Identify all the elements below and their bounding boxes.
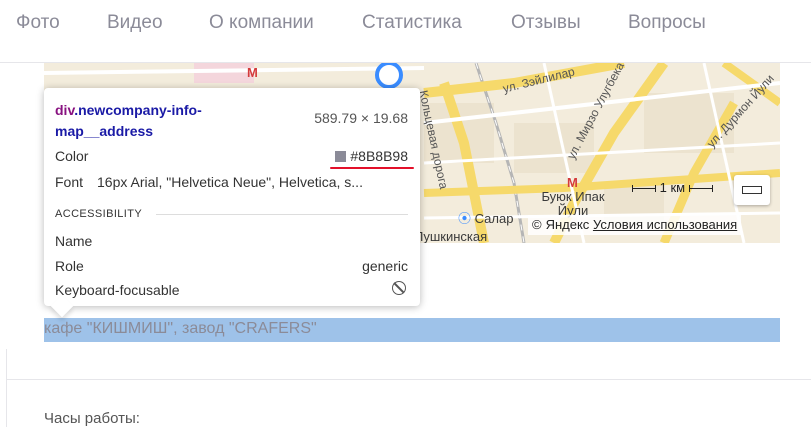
color-label: Color <box>55 148 89 164</box>
company-address: кафе "КИШМИШ", завод "CRAFERS" <box>44 320 317 337</box>
tooltip-arrow <box>50 294 74 318</box>
map-label-buyuk-ipak: Буюк Ипак Йули <box>541 189 605 218</box>
tab-questions[interactable]: Вопросы <box>628 12 706 34</box>
role-label: Role <box>55 258 84 274</box>
scale-label: 1 км <box>659 180 686 195</box>
element-selector: div.newcompany-info-map__address <box>55 100 295 142</box>
section-border <box>6 349 7 427</box>
accessibility-heading: ACCESSIBILITY <box>55 208 143 220</box>
font-row: Font 16px Arial, "Helvetica Neue", Helvet… <box>55 174 363 190</box>
ruler-button[interactable] <box>734 175 770 205</box>
tab-statistics[interactable]: Статистика <box>362 12 462 34</box>
not-allowed-icon <box>392 281 406 295</box>
scale-bar-right <box>688 185 713 193</box>
color-value: #8B8B98 <box>335 148 408 164</box>
terms-link[interactable]: Условия использования <box>593 217 737 232</box>
ruler-icon <box>742 186 762 194</box>
section-divider <box>6 379 811 380</box>
selector-tag: div <box>55 102 75 118</box>
map-label-pushkin: Пушкинская <box>414 229 488 243</box>
copyright-brand: Яндекс <box>545 217 590 232</box>
keyboard-focusable-label: Keyboard-focusable <box>55 282 180 298</box>
role-value: generic <box>362 258 408 274</box>
inspect-tooltip: div.newcompany-info-map__address 589.79 … <box>44 88 420 318</box>
font-value: 16px Arial, "Helvetica Neue", Helvetica,… <box>97 174 363 190</box>
top-nav: Фото Видео О компании Статистика Отзывы … <box>0 0 811 48</box>
copyright-symbol: © <box>532 217 542 232</box>
accessibility-divider <box>156 214 408 215</box>
working-hours-label: Часы работы: <box>44 410 140 427</box>
name-label: Name <box>55 233 93 249</box>
tab-video[interactable]: Видео <box>107 12 163 34</box>
font-label: Font <box>55 174 84 190</box>
element-dimensions: 589.79 × 19.68 <box>314 110 408 126</box>
scale-bar-left <box>632 185 656 193</box>
red-underline <box>330 167 414 169</box>
map-scale: 1 км <box>632 180 713 198</box>
selector-class: .newcompany-info-map__address <box>55 102 202 139</box>
metro-icon: M <box>567 175 578 190</box>
map-label-salar-text: Салар <box>474 211 514 226</box>
tab-photo[interactable]: Фото <box>16 12 60 34</box>
color-swatch <box>335 151 347 162</box>
metro-icon: M <box>247 65 258 80</box>
map-copyright: © Яндекс Условия использования <box>528 215 742 235</box>
map-label-salar: ⦿ Салар <box>458 208 513 227</box>
stop-icon: ⦿ <box>458 211 472 226</box>
tab-about[interactable]: О компании <box>209 12 314 34</box>
tab-reviews[interactable]: Отзывы <box>511 12 581 34</box>
color-hex: #8B8B98 <box>350 148 408 164</box>
